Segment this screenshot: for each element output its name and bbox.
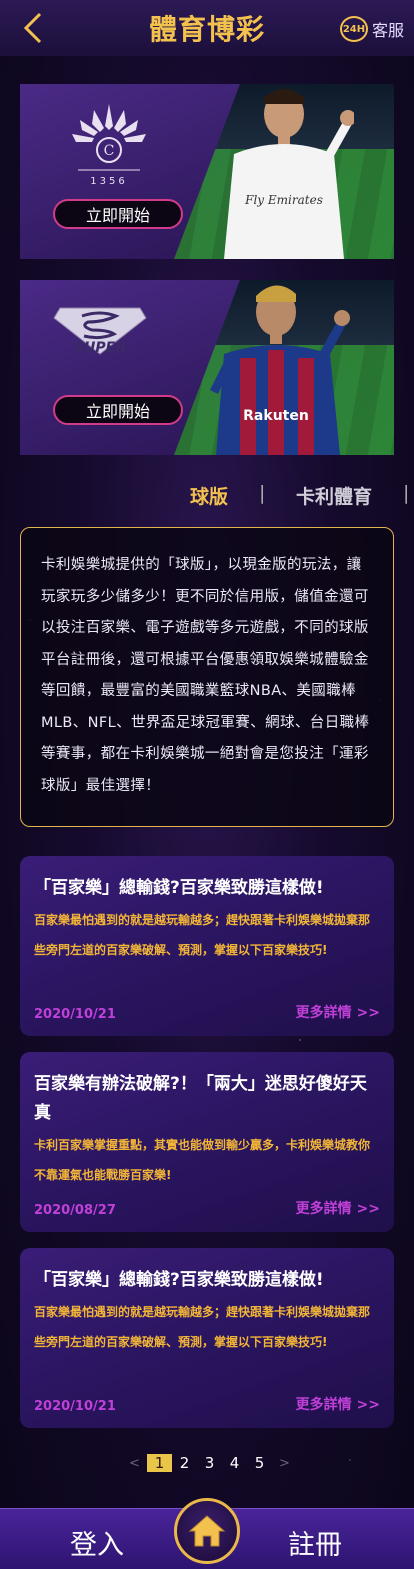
article-card[interactable]: 「百家樂」總輸錢?百家樂致勝這樣做! 百家樂最怕遇到的就是越玩輸越多；趕快跟著卡… bbox=[20, 1248, 394, 1428]
category-tabs: 球版 | 卡利體育 | bbox=[0, 480, 414, 512]
article-card[interactable]: 「百家樂」總輸錢?百家樂致勝這樣做! 百家樂最怕遇到的就是越玩輸越多；趕快跟著卡… bbox=[20, 856, 394, 1036]
page-1-button[interactable]: 1 bbox=[147, 1454, 172, 1472]
home-icon bbox=[188, 1515, 226, 1547]
jersey-text-1: Fly Emirates bbox=[244, 193, 323, 207]
banner-casino-c[interactable]: C 1356 Fly Emirates 立即開始 bbox=[20, 84, 394, 259]
casino-c-logo: C 1356 bbox=[72, 104, 146, 187]
banner-super[interactable]: SUPER Rakuten 立即開始 bbox=[20, 280, 394, 455]
article-card[interactable]: 百家樂有辦法破解?！「兩大」迷思好傻好天真 卡利百家樂掌握重點，其實也能做到輸少… bbox=[20, 1052, 394, 1232]
page-2-button[interactable]: 2 bbox=[172, 1454, 197, 1472]
next-page-button[interactable]: > bbox=[272, 1456, 297, 1471]
player-image-1: Fly Emirates bbox=[224, 89, 354, 259]
player-image-2: Rakuten bbox=[210, 285, 350, 455]
page-5-button[interactable]: 5 bbox=[247, 1454, 272, 1472]
page-4-button[interactable]: 4 bbox=[222, 1454, 247, 1472]
back-arrow-icon[interactable] bbox=[22, 12, 46, 44]
tab-kali-sports[interactable]: 卡利體育 bbox=[296, 482, 372, 509]
more-details-link[interactable]: 更多詳情 >> bbox=[296, 1394, 380, 1414]
logo-year: 1356 bbox=[90, 176, 127, 187]
article-date: 2020/10/21 bbox=[34, 1399, 116, 1414]
customer-service-label: 客服 bbox=[371, 21, 404, 40]
article-title[interactable]: 「百家樂」總輸錢?百家樂致勝這樣做! bbox=[34, 1266, 380, 1295]
tab-separator: | bbox=[259, 482, 266, 504]
more-details-link[interactable]: 更多詳情 >> bbox=[296, 1198, 380, 1218]
article-excerpt: 百家樂最怕遇到的就是越玩輸越多；趕快跟著卡利娛樂城拋棄那些旁門左道的百家樂破解、… bbox=[34, 1305, 371, 1349]
article-date: 2020/10/21 bbox=[34, 1007, 116, 1022]
pagination: < 1 2 3 4 5 > bbox=[122, 1453, 297, 1473]
headset-24h-icon: 24H bbox=[339, 16, 368, 42]
customer-service-button[interactable]: 24H 客服 bbox=[339, 16, 404, 42]
more-details-link[interactable]: 更多詳情 >> bbox=[296, 1002, 380, 1022]
page-3-button[interactable]: 3 bbox=[197, 1454, 222, 1472]
jersey-text-2: Rakuten bbox=[243, 408, 309, 424]
article-title[interactable]: 「百家樂」總輸錢?百家樂致勝這樣做! bbox=[34, 874, 380, 903]
register-button[interactable]: 註冊 bbox=[288, 1523, 342, 1562]
article-excerpt: 卡利百家樂掌握重點，其實也能做到輸少贏多，卡利娛樂城教你不靠運氣也能戰勝百家樂! bbox=[34, 1138, 371, 1182]
article-title[interactable]: 百家樂有辦法破解?！「兩大」迷思好傻好天真 bbox=[34, 1070, 380, 1128]
super-logo: SUPER bbox=[53, 307, 147, 356]
home-button[interactable] bbox=[174, 1498, 240, 1564]
intro-text: 卡利娛樂城提供的「球版」，以現金版的玩法，讓玩家玩多少儲多少！更不同於信用版，儲… bbox=[41, 557, 370, 794]
top-header: 體育博彩 24H 客服 bbox=[0, 0, 414, 56]
logo-super-text: SUPER bbox=[74, 340, 126, 356]
prev-page-button[interactable]: < bbox=[122, 1456, 147, 1471]
login-button[interactable]: 登入 bbox=[70, 1523, 124, 1562]
page-title: 體育博彩 bbox=[148, 13, 265, 46]
intro-box: 卡利娛樂城提供的「球版」，以現金版的玩法，讓玩家玩多少儲多少！更不同於信用版，儲… bbox=[20, 527, 394, 827]
tab-ball-board[interactable]: 球版 bbox=[190, 482, 228, 509]
tab-separator: | bbox=[403, 482, 410, 504]
article-date: 2020/08/27 bbox=[34, 1203, 116, 1218]
start-button-1[interactable]: 立即開始 bbox=[53, 199, 183, 229]
start-button-2[interactable]: 立即開始 bbox=[53, 395, 183, 425]
article-excerpt: 百家樂最怕遇到的就是越玩輸越多；趕快跟著卡利娛樂城拋棄那些旁門左道的百家樂破解、… bbox=[34, 913, 371, 957]
logo-letter: C bbox=[104, 143, 115, 159]
